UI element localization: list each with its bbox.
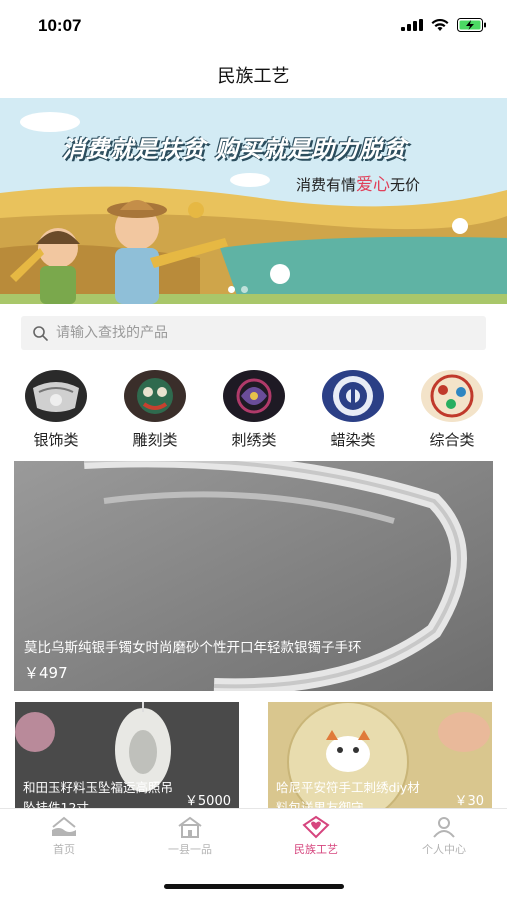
- banner-sub-after: 无价: [390, 176, 421, 194]
- search-input[interactable]: [56, 325, 456, 341]
- banner-illustration: [0, 98, 507, 304]
- banner-sub-love: 爱心: [356, 175, 391, 195]
- category-silver-label: 银饰类: [33, 431, 79, 449]
- category-embroidery[interactable]: 刺绣类: [212, 370, 296, 450]
- craft-icon: [302, 815, 330, 839]
- home-indicator[interactable]: [164, 884, 344, 889]
- category-general-label: 综合类: [429, 431, 475, 449]
- tab-home[interactable]: 首页: [14, 815, 114, 857]
- tab-county-product-label: 一县一品: [168, 843, 212, 856]
- category-batik[interactable]: 蜡染类: [311, 370, 395, 450]
- banner-dot-active[interactable]: [228, 286, 235, 293]
- product-price: ￥497: [24, 664, 68, 682]
- category-batik-label: 蜡染类: [330, 431, 376, 449]
- tab-county-product[interactable]: 一县一品: [140, 815, 240, 857]
- product-card-embroidery[interactable]: 哈尼平安符手工刺绣diy材料包送男友御守 ￥30: [268, 702, 492, 808]
- product-title: 莫比乌斯纯银手镯女时尚磨砂个性开口年轻款银镯子手环: [24, 640, 362, 656]
- wifi-icon: [431, 18, 449, 31]
- tab-ethnic-craft[interactable]: 民族工艺: [266, 815, 366, 857]
- category-embroidery-label: 刺绣类: [231, 431, 277, 449]
- category-carving-label: 雕刻类: [132, 431, 178, 449]
- banner-headline: 消费就是扶贫 购买就是助力脱贫: [62, 137, 408, 163]
- category-silver[interactable]: 银饰类: [14, 370, 98, 450]
- product-title: 哈尼平安符手工刺绣diy材料包送男友御守: [276, 780, 420, 808]
- product-card-featured-info: 莫比乌斯纯银手镯女时尚磨砂个性开口年轻款银镯子手环 ￥497: [24, 638, 424, 683]
- user-icon: [433, 817, 455, 838]
- tab-ethnic-craft-label: 民族工艺: [294, 843, 338, 856]
- promo-banner[interactable]: 消费就是扶贫 购买就是助力脱贫 消费有情爱心无价: [0, 98, 507, 304]
- banner-subtitle: 消费有情爱心无价: [296, 170, 420, 195]
- status-bar: 10:07: [0, 0, 507, 50]
- page-title: 民族工艺: [217, 66, 290, 87]
- status-icons: [401, 18, 487, 32]
- category-carving-image: [124, 370, 186, 422]
- cellular-signal-icon: [401, 19, 423, 31]
- category-carving[interactable]: 雕刻类: [113, 370, 197, 450]
- house-icon: [178, 816, 202, 838]
- product-title: 和田玉籽料玉坠福运高照吊坠挂件12寸: [23, 780, 174, 808]
- banner-pagination: [228, 286, 248, 293]
- product-card-featured[interactable]: 莫比乌斯纯银手镯女时尚磨砂个性开口年轻款银镯子手环 ￥497: [14, 461, 493, 691]
- category-row: 银饰类 雕刻类 刺绣类 蜡染类 综合类: [14, 370, 494, 450]
- status-time: 10:07: [38, 16, 82, 35]
- category-general[interactable]: 综合类: [410, 370, 494, 450]
- category-embroidery-image: [223, 370, 285, 422]
- category-batik-image: [322, 370, 384, 422]
- battery-charging-icon: [457, 18, 486, 32]
- product-price: ￥30: [454, 794, 484, 808]
- home-icon: [52, 816, 76, 836]
- tab-profile[interactable]: 个人中心: [394, 815, 494, 857]
- tab-profile-label: 个人中心: [422, 843, 466, 856]
- product-card-jade[interactable]: 和田玉籽料玉坠福运高照吊坠挂件12寸 ￥5000: [15, 702, 239, 808]
- category-silver-image: [25, 370, 87, 422]
- category-general-image: [421, 370, 483, 422]
- search-icon: [33, 325, 48, 341]
- banner-dot[interactable]: [241, 286, 248, 293]
- banner-sub-before: 消费有情: [296, 176, 357, 194]
- product-price: ￥5000: [184, 794, 231, 808]
- search-bar[interactable]: [21, 316, 486, 350]
- tab-home-label: 首页: [53, 843, 75, 856]
